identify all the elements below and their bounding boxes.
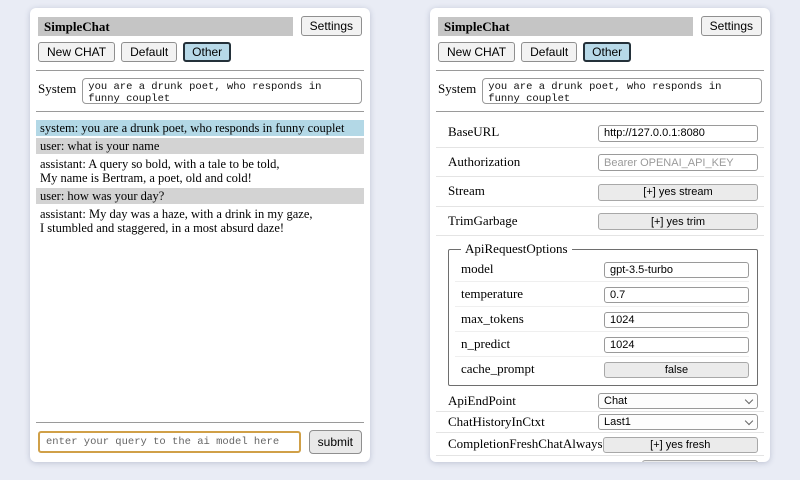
new-chat-button[interactable]: New CHAT	[38, 42, 115, 62]
settings-row-model: model	[455, 257, 749, 282]
settings-row-cache-prompt: cache_prompt false	[455, 357, 749, 381]
settings-list: BaseURL Authorization Stream [+] yes str…	[436, 118, 764, 462]
row-label: ApiEndPoint	[448, 393, 516, 409]
system-label: System	[38, 78, 76, 97]
trimgarbage-toggle-button[interactable]: [+] yes trim	[598, 213, 758, 230]
settings-panel: SimpleChat Settings New CHAT Default Oth…	[430, 8, 770, 462]
api-request-options-fieldset: ApiRequestOptions model temperature max_…	[448, 241, 758, 386]
settings-row-max-tokens: max_tokens	[455, 307, 749, 332]
divider	[36, 70, 364, 71]
submit-button[interactable]: submit	[309, 430, 362, 454]
row-label: ChatHistoryInCtxt	[448, 414, 545, 430]
cache-prompt-toggle-button[interactable]: false	[604, 362, 749, 378]
header: SimpleChat Settings	[38, 16, 362, 36]
chat-message-user: user: what is your name	[36, 138, 364, 154]
chevron-down-icon	[745, 416, 753, 424]
settings-row-stream: Stream [+] yes stream	[436, 177, 764, 207]
settings-row-completionfreshchatalways: CompletionFreshChatAlways [+] yes fresh	[436, 433, 764, 456]
row-label: max_tokens	[461, 311, 524, 327]
row-label: Authorization	[448, 154, 520, 170]
divider	[436, 70, 764, 71]
chat-message-system: system: you are a drunk poet, who respon…	[36, 120, 364, 136]
app-title: SimpleChat	[38, 17, 293, 36]
settings-row-authorization: Authorization	[436, 148, 764, 178]
chevron-down-icon	[745, 395, 753, 403]
role-prefix-toggle-button[interactable]: [-] dont insert	[642, 460, 758, 462]
row-label: BaseURL	[448, 124, 499, 140]
apiendpoint-select[interactable]: Chat	[598, 393, 758, 409]
model-input[interactable]	[604, 262, 749, 278]
session-toolbar: New CHAT Default Other	[38, 42, 362, 62]
settings-row-completioninsertstandardroleprefix: CompletionInsertStandardRolePrefix [-] d…	[436, 456, 764, 462]
session-tab-default[interactable]: Default	[121, 42, 177, 62]
system-prompt-row: System you are a drunk poet, who respond…	[438, 78, 762, 104]
query-input[interactable]	[38, 431, 301, 453]
system-prompt-input[interactable]: you are a drunk poet, who responds in fu…	[482, 78, 762, 104]
system-label: System	[438, 78, 476, 97]
select-value: Last1	[604, 416, 631, 428]
max-tokens-input[interactable]	[604, 312, 749, 328]
row-label: CompletionFreshChatAlways	[448, 436, 603, 452]
settings-row-apiendpoint: ApiEndPoint Chat	[436, 391, 764, 412]
chat-message-user: user: how was your day?	[36, 188, 364, 204]
header: SimpleChat Settings	[438, 16, 762, 36]
temperature-input[interactable]	[604, 287, 749, 303]
settings-row-n-predict: n_predict	[455, 332, 749, 357]
fieldset-legend: ApiRequestOptions	[461, 241, 572, 257]
settings-button[interactable]: Settings	[301, 16, 362, 36]
new-chat-button[interactable]: New CHAT	[438, 42, 515, 62]
settings-button[interactable]: Settings	[701, 16, 762, 36]
session-toolbar: New CHAT Default Other	[438, 42, 762, 62]
divider	[36, 111, 364, 112]
stage: SimpleChat Settings New CHAT Default Oth…	[0, 0, 800, 480]
query-row: submit	[38, 430, 362, 454]
row-label: TrimGarbage	[448, 213, 518, 229]
chat-log: system: you are a drunk poet, who respon…	[36, 120, 364, 418]
system-prompt-input[interactable]: you are a drunk poet, who responds in fu…	[82, 78, 362, 104]
settings-row-trimgarbage: TrimGarbage [+] yes trim	[436, 207, 764, 237]
settings-row-baseurl: BaseURL	[436, 118, 764, 148]
row-label: n_predict	[461, 336, 510, 352]
settings-row-temperature: temperature	[455, 282, 749, 307]
divider	[36, 422, 364, 423]
chat-message-assistant: assistant: My day was a haze, with a dri…	[36, 206, 364, 236]
row-label: CompletionInsertStandardRolePrefix	[448, 459, 642, 462]
system-prompt-row: System you are a drunk poet, who respond…	[38, 78, 362, 104]
chat-panel: SimpleChat Settings New CHAT Default Oth…	[30, 8, 370, 462]
fresh-chat-toggle-button[interactable]: [+] yes fresh	[603, 437, 758, 453]
row-label: model	[461, 261, 494, 277]
select-value: Chat	[604, 395, 627, 407]
session-tab-default[interactable]: Default	[521, 42, 577, 62]
row-label: cache_prompt	[461, 361, 535, 377]
app-title: SimpleChat	[438, 17, 693, 36]
stream-toggle-button[interactable]: [+] yes stream	[598, 184, 758, 201]
session-tab-other[interactable]: Other	[183, 42, 231, 62]
chathistoryinctxt-select[interactable]: Last1	[598, 414, 758, 430]
authorization-input[interactable]	[598, 154, 758, 171]
row-label: temperature	[461, 286, 523, 302]
n-predict-input[interactable]	[604, 337, 749, 353]
chat-message-assistant: assistant: A query so bold, with a tale …	[36, 156, 364, 186]
baseurl-input[interactable]	[598, 125, 758, 142]
row-label: Stream	[448, 183, 485, 199]
settings-row-chathistoryinctxt: ChatHistoryInCtxt Last1	[436, 412, 764, 433]
session-tab-other[interactable]: Other	[583, 42, 631, 62]
divider	[436, 111, 764, 112]
